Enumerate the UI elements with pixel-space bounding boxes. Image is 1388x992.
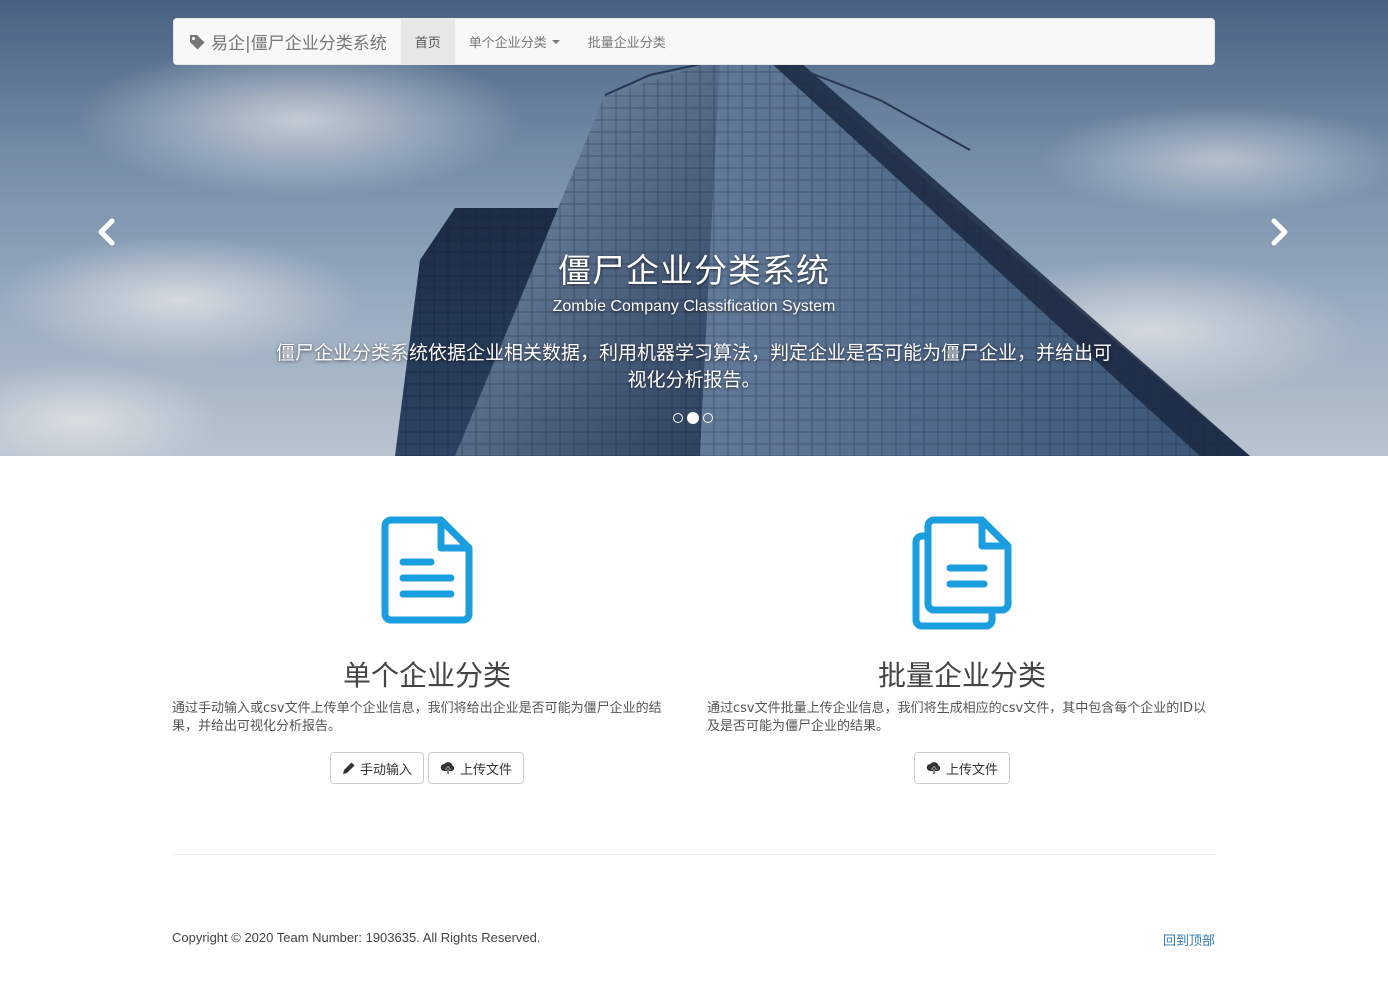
manual-input-button[interactable]: 手动输入 [329, 752, 424, 784]
documents-icon [912, 516, 1012, 630]
nav-item-label: 批量企业分类 [587, 36, 666, 51]
navbar-brand[interactable]: 易企|僵尸企业分类系统 [174, 19, 401, 64]
chevron-left-icon [98, 218, 115, 246]
tag-icon [188, 33, 206, 51]
cloud-upload-icon [440, 762, 455, 774]
carousel-indicator-3[interactable] [703, 413, 713, 423]
nav-item-batch-classification[interactable]: 批量企业分类 [574, 19, 680, 64]
back-to-top-link[interactable]: 回到顶部 [1163, 930, 1215, 949]
nav-item-label: 首页 [414, 36, 441, 51]
footer-copyright: Copyright © 2020 Team Number: 1903635. A… [172, 930, 541, 945]
feature-batch: 批量企业分类 通过csv文件批量上传企业信息，我们将生成相应的csv文件，其中包… [707, 516, 1217, 784]
feature-single-title: 单个企业分类 [342, 659, 511, 692]
carousel-indicator-2[interactable] [687, 412, 699, 424]
feature-single: 单个企业分类 通过手动输入或csv文件上传单个企业信息，我们将给出企业是否可能为… [172, 516, 682, 784]
caret-down-icon [551, 39, 560, 44]
batch-upload-button[interactable]: 上传文件 [913, 752, 1010, 784]
carousel-indicators [673, 412, 713, 424]
feature-batch-text: 通过csv文件批量上传企业信息，我们将生成相应的csv文件，其中包含每个企业的I… [707, 701, 1207, 734]
carousel-description: 僵尸企业分类系统依据企业相关数据，利用机器学习算法，判定企业是否可能为僵尸企业，… [275, 342, 1112, 391]
feature-single-text: 通过手动输入或csv文件上传单个企业信息，我们将给出企业是否可能为僵尸企业的结果… [172, 701, 662, 734]
carousel-subtitle: Zombie Company Classification System [552, 298, 836, 315]
pencil-icon [342, 762, 355, 774]
hero-carousel: 僵尸企业分类系统 Zombie Company Classification S… [0, 0, 1388, 456]
nav-item-label: 单个企业分类 [468, 36, 547, 51]
chevron-right-icon [1271, 218, 1288, 246]
top-navbar: 易企|僵尸企业分类系统 首页 单个企业分类 批量企业分类 [173, 18, 1215, 65]
carousel-indicator-1[interactable] [673, 413, 683, 423]
cloud-upload-icon [926, 762, 941, 774]
navbar-brand-text: 易企|僵尸企业分类系统 [211, 34, 387, 54]
document-icon [381, 516, 473, 624]
carousel-title: 僵尸企业分类系统 [558, 251, 830, 290]
feature-batch-title: 批量企业分类 [877, 659, 1046, 692]
footer-divider [172, 854, 1216, 855]
manual-input-label: 手动输入 [359, 762, 412, 778]
nav-item-single-classification[interactable]: 单个企业分类 [455, 19, 574, 64]
nav-item-home[interactable]: 首页 [400, 19, 455, 64]
batch-upload-label: 上传文件 [945, 762, 998, 778]
single-upload-button[interactable]: 上传文件 [428, 752, 525, 784]
single-upload-label: 上传文件 [460, 762, 513, 778]
